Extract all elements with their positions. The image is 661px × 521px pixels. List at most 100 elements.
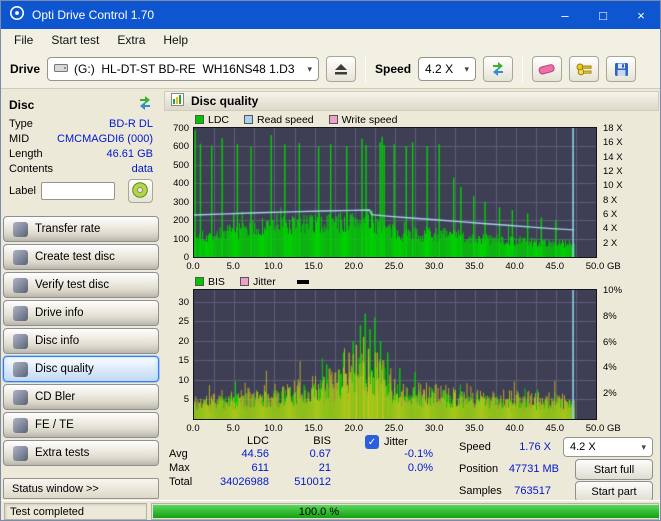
x-axis-unit: GB xyxy=(607,261,621,272)
jitter-label: Jitter xyxy=(384,436,408,448)
toolbar: Drive (G:) HL-DT-ST BD-RE WH16NS48 1.D3 … xyxy=(1,50,660,89)
legend-write-speed: Write speed xyxy=(328,113,398,126)
jitter-checkbox[interactable]: ✓ xyxy=(365,435,379,449)
x-axis-tick: 0.0 xyxy=(186,261,200,272)
x-axis-tick: 35.0 xyxy=(465,261,484,272)
menu-extra[interactable]: Extra xyxy=(108,31,154,49)
x-axis-tick: 30.0 xyxy=(424,261,444,272)
max-ldc-value: 611 xyxy=(251,462,269,474)
y-axis-tick: 600 xyxy=(173,141,189,153)
nav-verify-test-disc[interactable]: Verify test disc xyxy=(3,272,159,298)
x-axis-tick: 25.0 xyxy=(384,423,404,434)
speed-select[interactable]: 4.2 X ▾ xyxy=(418,57,477,81)
chevron-down-icon: ▾ xyxy=(641,441,646,452)
nav-disc-quality[interactable]: Disc quality xyxy=(3,356,159,382)
legend-swatch xyxy=(244,115,254,124)
x-axis-tick: 30.0 xyxy=(424,423,444,434)
erase-disc-button[interactable] xyxy=(532,56,563,82)
disc-quality-icon xyxy=(13,361,28,377)
disc-label-input[interactable] xyxy=(40,182,115,200)
y-axis-tick: 30 xyxy=(178,296,189,308)
y-axis-tick: 25 xyxy=(178,316,189,328)
nav-disc-info[interactable]: Disc info xyxy=(3,328,159,354)
panel-header: Disc quality xyxy=(164,91,659,111)
nav-create-test-disc[interactable]: Create test disc xyxy=(3,244,159,270)
status-window-button[interactable]: Status window >> xyxy=(3,478,159,499)
toolbar-separator xyxy=(365,56,367,82)
nav-drive-info[interactable]: Drive info xyxy=(3,300,159,326)
speed-stat-select[interactable]: 4.2 X ▾ xyxy=(563,437,653,457)
drive-select[interactable]: (G:) HL-DT-ST BD-RE WH16NS48 1.D3 ▾ xyxy=(47,57,320,81)
total-row-label: Total xyxy=(169,476,193,488)
nav-label: Drive info xyxy=(35,307,84,319)
transfer-rate-icon xyxy=(13,221,28,237)
start-part-button[interactable]: Start part xyxy=(575,481,653,502)
menu-help[interactable]: Help xyxy=(154,31,197,49)
close-button[interactable]: × xyxy=(622,1,660,29)
verify-test-disc-icon xyxy=(13,277,28,293)
x-axis-tick: 35.0 xyxy=(465,423,484,434)
disc-button[interactable] xyxy=(127,179,153,203)
disc-mid-row: MID CMCMAGDI6 (000) xyxy=(1,131,161,146)
extra-tests-icon xyxy=(13,445,28,461)
legend-swatch xyxy=(328,115,338,124)
main-panel: Disc quality LDC Read speed Write speed 700… xyxy=(161,89,660,502)
y2-axis-tick: 10 X xyxy=(603,180,623,192)
status-message: Test completed xyxy=(4,503,147,520)
avg-bis-value: 0.67 xyxy=(309,448,331,460)
maximize-button[interactable]: □ xyxy=(584,1,622,29)
position-value: 47731 MB xyxy=(508,463,559,475)
nav-transfer-rate[interactable]: Transfer rate xyxy=(3,216,159,242)
progress-percent: 100.0 % xyxy=(298,505,340,518)
nav-label: Create test disc xyxy=(35,251,115,263)
y2-axis-tick: 8 X xyxy=(603,194,618,206)
y2-axis-tick: 6% xyxy=(603,336,617,348)
license-keys-button[interactable] xyxy=(569,56,600,82)
x-axis-tick: 10.0 xyxy=(264,423,283,434)
y-axis-tick: 15 xyxy=(178,355,189,367)
x-axis-unit: GB xyxy=(607,423,621,434)
x-axis-tick: 40.0 xyxy=(505,261,524,272)
ldc-column-header: LDC xyxy=(246,435,269,447)
progress-fill xyxy=(153,505,659,518)
sidebar: Disc Type BD-R DL MID CMCMAGDI6 (000) Le… xyxy=(1,89,161,500)
drive-info-icon xyxy=(13,305,28,321)
y2-axis-tick: 14 X xyxy=(603,151,623,163)
nav-extra-tests[interactable]: Extra tests xyxy=(3,440,159,466)
speed-stat-value: 1.76 X xyxy=(519,441,551,453)
menu-start-test[interactable]: Start test xyxy=(42,31,108,49)
stats-panel: LDC BIS Avg 44.56 0.67 Max 611 21 Total … xyxy=(161,435,660,502)
disc-length-label: Length xyxy=(9,147,43,160)
disc-mid-value: CMCMAGDI6 (000) xyxy=(57,132,153,145)
legend-label: Jitter xyxy=(252,275,276,288)
start-full-button[interactable]: Start full xyxy=(575,459,653,480)
legend-label: Write speed xyxy=(341,113,398,126)
minimize-button[interactable]: – xyxy=(546,1,584,29)
bis-column-header: BIS xyxy=(313,435,331,447)
legend-swatch xyxy=(239,277,249,286)
nav-label: Transfer rate xyxy=(35,223,101,235)
create-test-disc-icon xyxy=(13,249,28,265)
nav-label: Disc info xyxy=(35,335,80,347)
panel-title: Disc quality xyxy=(191,94,259,108)
nav-fe-te[interactable]: FE / TE xyxy=(3,412,159,438)
drive-label: Drive xyxy=(10,62,41,76)
disc-contents-value: data xyxy=(131,162,153,175)
disc-info-icon xyxy=(13,333,28,349)
drive-value: (G:) HL-DT-ST BD-RE WH16NS48 1.D3 xyxy=(74,62,295,76)
save-button[interactable] xyxy=(606,56,637,82)
jitter-avg-value: -0.1% xyxy=(404,448,433,460)
eject-button[interactable] xyxy=(326,56,357,82)
refresh-speeds-button[interactable] xyxy=(483,56,514,82)
menu-file[interactable]: File xyxy=(5,31,42,49)
legend-jitter: Jitter xyxy=(239,275,276,288)
titlebar: Opti Drive Control 1.70 – □ × xyxy=(1,1,660,29)
sidebar-nav: Transfer rate Create test disc Verify te… xyxy=(3,216,159,468)
max-row-label: Max xyxy=(169,462,190,474)
jitter-max-value: 0.0% xyxy=(407,462,433,474)
nav-label: Disc quality xyxy=(35,363,94,375)
avg-ldc-value: 44.56 xyxy=(241,448,269,460)
x-axis-tick: 40.0 xyxy=(505,423,524,434)
nav-cd-bler[interactable]: CD Bler xyxy=(3,384,159,410)
disc-refresh-icon[interactable] xyxy=(137,95,153,114)
